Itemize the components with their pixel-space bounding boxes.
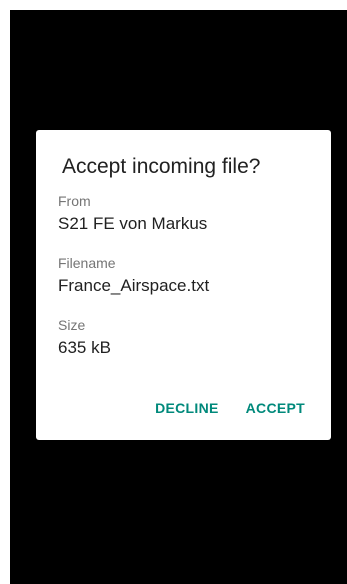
decline-button[interactable]: DECLINE [155,400,219,416]
size-label: Size [58,317,86,333]
filename-label: Filename [58,255,116,271]
filename-value: France_Airspace.txt [58,276,210,295]
from-label: From [58,193,91,209]
incoming-file-dialog: Accept incoming file? From S21 FE von Ma… [36,130,331,440]
accept-button[interactable]: ACCEPT [246,400,305,416]
size-field: Size 635 kB [58,316,307,359]
from-value: S21 FE von Markus [58,214,208,233]
size-value: 635 kB [58,338,111,357]
dialog-actions: DECLINE ACCEPT [155,400,305,416]
from-field: From S21 FE von Markus [58,192,307,235]
screen-background: Accept incoming file? From S21 FE von Ma… [10,10,347,584]
dialog-title: Accept incoming file? [62,155,261,178]
filename-field: Filename France_Airspace.txt [58,254,307,297]
